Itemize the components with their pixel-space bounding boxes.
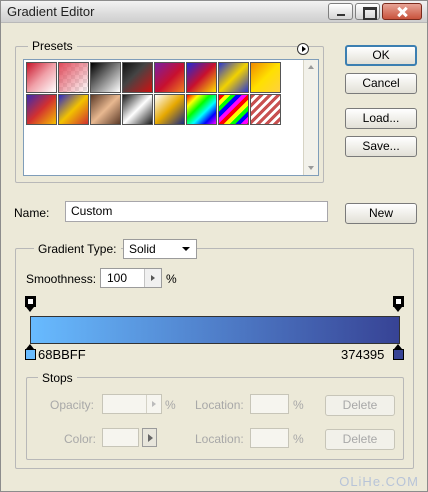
gradient-type-select[interactable]: Solid — [123, 239, 197, 259]
opacity-delete-button: Delete — [325, 395, 395, 416]
presets-list[interactable] — [23, 59, 319, 176]
preset-swatch[interactable] — [218, 62, 249, 93]
gradient-type-value: Solid — [129, 242, 156, 256]
preset-swatch[interactable] — [26, 62, 57, 93]
color-stop-left[interactable] — [25, 344, 36, 361]
opacity-location-unit: % — [293, 398, 304, 412]
stops-label: Stops — [38, 371, 77, 385]
gradient-preview-bar[interactable] — [30, 316, 400, 344]
color-options-icon[interactable] — [142, 428, 157, 447]
color-location-unit: % — [293, 432, 304, 446]
name-label: Name: — [14, 206, 50, 220]
color-label: Color: — [64, 432, 97, 446]
ok-button[interactable]: OK — [345, 45, 417, 66]
maximize-icon[interactable] — [355, 3, 380, 20]
left-stop-hex: 68BBFF — [38, 347, 86, 362]
chevron-down-icon — [182, 247, 190, 251]
watermark: OLiHe.COM — [339, 474, 419, 489]
opacity-location-label: Location: — [195, 398, 244, 412]
color-stop-right[interactable] — [393, 344, 404, 361]
color-delete-button: Delete — [325, 429, 395, 450]
color-location-field — [250, 428, 289, 448]
gradient-editor-window: Gradient Editor Presets OK Cancel Load..… — [0, 0, 428, 492]
presets-scrollbar[interactable] — [303, 60, 318, 175]
preset-swatch[interactable] — [186, 94, 217, 125]
opacity-field — [102, 394, 162, 414]
preset-swatch[interactable] — [250, 62, 281, 93]
opacity-slider-icon — [146, 395, 161, 413]
preset-swatch[interactable] — [90, 62, 121, 93]
new-button[interactable]: New — [345, 203, 417, 224]
color-well — [102, 428, 139, 447]
name-field[interactable]: Custom — [65, 201, 328, 222]
preset-swatch[interactable] — [58, 62, 89, 93]
opacity-location-field — [250, 394, 289, 414]
color-location-label: Location: — [195, 432, 244, 446]
save-button[interactable]: Save... — [345, 136, 417, 157]
preset-swatch[interactable] — [154, 62, 185, 93]
preset-swatch[interactable] — [154, 94, 185, 125]
right-stop-hex: 374395 — [341, 347, 385, 362]
preset-swatch[interactable] — [218, 94, 249, 125]
opacity-stop-right[interactable] — [393, 296, 404, 313]
preset-swatch[interactable] — [122, 94, 153, 125]
cancel-button[interactable]: Cancel — [345, 73, 417, 94]
flyout-menu-icon[interactable] — [297, 43, 309, 55]
smoothness-label: Smoothness: — [26, 272, 97, 286]
smoothness-slider-icon[interactable] — [144, 269, 161, 287]
presets-label: Presets — [28, 39, 77, 53]
window-title: Gradient Editor — [7, 4, 95, 19]
smoothness-value: 100 — [107, 271, 128, 285]
minimize-icon[interactable] — [328, 3, 353, 20]
preset-swatch[interactable] — [90, 94, 121, 125]
scroll-down-icon[interactable] — [308, 166, 314, 170]
smoothness-unit: % — [166, 272, 177, 286]
smoothness-stepper[interactable]: 100 — [100, 268, 162, 288]
gradient-type-label: Gradient Type: — [34, 242, 121, 256]
scroll-up-icon[interactable] — [308, 65, 314, 69]
opacity-stop-left[interactable] — [25, 296, 36, 313]
opacity-label: Opacity: — [50, 398, 95, 412]
load-button[interactable]: Load... — [345, 108, 417, 129]
title-bar[interactable]: Gradient Editor — [1, 1, 427, 23]
preset-swatch[interactable] — [186, 62, 217, 93]
preset-swatch[interactable] — [58, 94, 89, 125]
opacity-unit: % — [165, 398, 176, 412]
preset-swatch[interactable] — [250, 94, 281, 125]
preset-swatch[interactable] — [26, 94, 57, 125]
close-icon[interactable] — [382, 3, 422, 20]
preset-swatch[interactable] — [122, 62, 153, 93]
